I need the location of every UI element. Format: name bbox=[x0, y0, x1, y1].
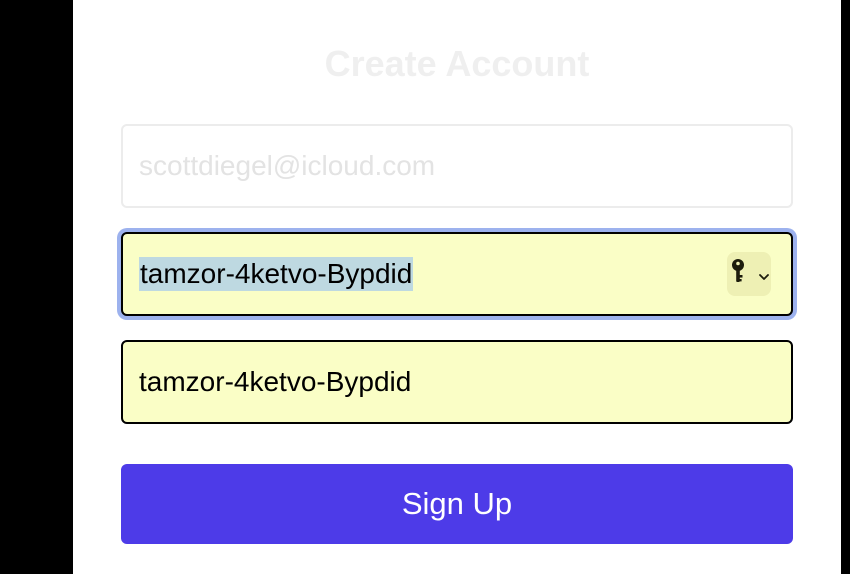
password-value: tamzor-4ketvo-Bypdid bbox=[139, 257, 414, 291]
chevron-down-icon bbox=[758, 258, 770, 290]
email-input[interactable] bbox=[139, 150, 775, 182]
password-key-button[interactable] bbox=[727, 252, 771, 296]
confirm-password-value: tamzor-4ketvo-Bypdid bbox=[139, 366, 412, 397]
signup-panel: Create Account tamzor-4ketvo-Bypdid bbox=[73, 0, 841, 574]
confirm-password-field[interactable]: tamzor-4ketvo-Bypdid bbox=[121, 340, 793, 424]
key-icon bbox=[728, 256, 758, 293]
page-title: Create Account bbox=[324, 43, 590, 84]
page: Create Account tamzor-4ketvo-Bypdid bbox=[0, 0, 850, 574]
sign-up-button[interactable]: Sign Up bbox=[121, 464, 793, 544]
password-field[interactable]: tamzor-4ketvo-Bypdid bbox=[121, 232, 793, 316]
email-field[interactable] bbox=[121, 124, 793, 208]
